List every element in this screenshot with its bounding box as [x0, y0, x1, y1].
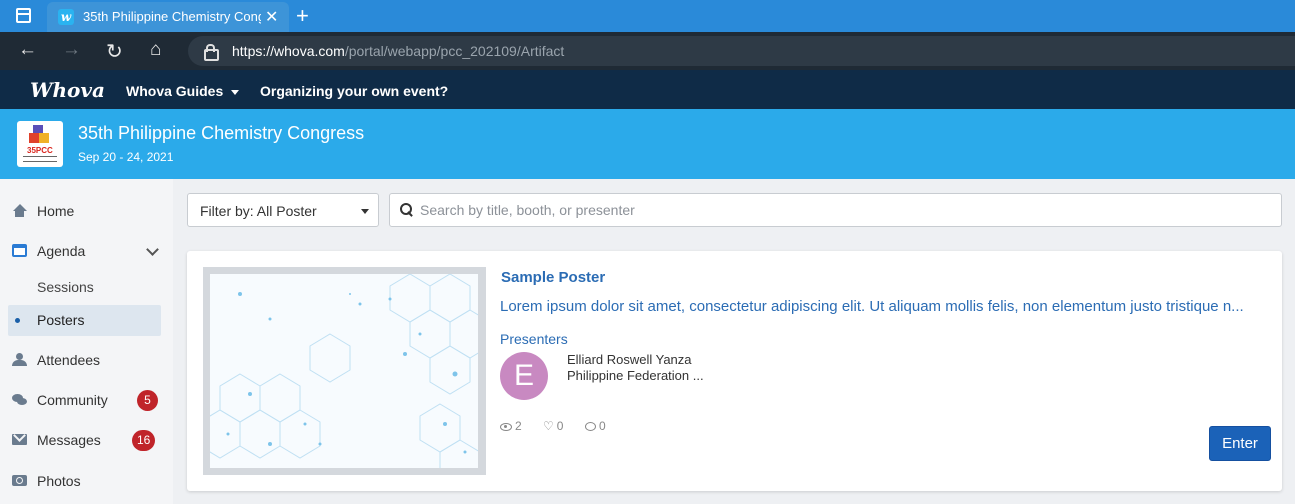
sidebar-item-posters[interactable]: Posters: [0, 304, 173, 336]
logo-cube: [29, 133, 39, 143]
caret-down-icon: [361, 209, 369, 214]
sidebar-item-label: Photos: [37, 473, 81, 489]
sidebar-item-attendees[interactable]: Attendees: [0, 344, 173, 376]
event-dates: Sep 20 - 24, 2021: [78, 150, 174, 164]
sidebar-item-sessions[interactable]: Sessions: [0, 271, 173, 303]
tab-title: 35th Philippine Chemistry Congress: [83, 9, 261, 24]
event-logo: 35PCC: [17, 121, 63, 167]
close-tab-icon[interactable]: ✕: [265, 7, 278, 27]
poster-filter-select[interactable]: Filter by: All Poster: [187, 193, 379, 227]
heart-icon: ♡: [543, 419, 554, 433]
browser-tab[interactable]: w 35th Philippine Chemistry Congress ✕: [47, 2, 289, 32]
sidebar-item-label: Posters: [37, 312, 85, 328]
presenter-name: Elliard Roswell Yanza: [567, 352, 692, 367]
sidebar-item-messages[interactable]: Messages 16: [0, 424, 173, 456]
poster-thumbnail-image: [210, 274, 478, 468]
messages-badge: 16: [132, 430, 156, 451]
poster-card[interactable]: Sample Poster Lorem ipsum dolor sit amet…: [187, 251, 1282, 491]
people-icon: [12, 353, 27, 366]
home-icon[interactable]: ⌂: [150, 39, 161, 61]
whova-guides-menu[interactable]: Whova Guides: [126, 83, 240, 99]
poster-title[interactable]: Sample Poster: [501, 269, 605, 286]
sidebar-item-label: Messages: [37, 432, 101, 448]
poster-description: Lorem ipsum dolor sit amet, consectetur …: [500, 298, 1244, 315]
eye-icon: [500, 422, 512, 431]
views-stat: 2: [500, 419, 522, 433]
sidebar-item-label: Community: [37, 392, 108, 408]
url-text: https://whova.com/portal/webapp/pcc_2021…: [232, 43, 564, 59]
filter-label: Filter by: All Poster: [200, 203, 317, 219]
chat-icon: [12, 393, 27, 406]
enter-button[interactable]: Enter: [1209, 426, 1271, 461]
sidebar-item-agenda[interactable]: Agenda: [0, 235, 173, 267]
mail-icon: [12, 434, 27, 445]
organize-event-link[interactable]: Organizing your own event?: [260, 83, 448, 99]
search-input[interactable]: [420, 195, 1270, 225]
logo-text: 35PCC: [27, 146, 53, 155]
camera-icon: [12, 475, 27, 486]
sidebar-item-label: Home: [37, 203, 75, 219]
back-arrow-icon[interactable]: ←: [18, 39, 37, 61]
home-icon: [12, 204, 27, 217]
likes-count: 0: [556, 419, 564, 433]
chevron-down-icon[interactable]: [146, 243, 159, 256]
url-field[interactable]: https://whova.com/portal/webapp/pcc_2021…: [188, 36, 1295, 66]
sidebar-item-community[interactable]: Community 5: [0, 384, 173, 416]
community-badge: 5: [137, 390, 158, 411]
tab-actions-icon[interactable]: [16, 8, 31, 23]
logo-subtext: [23, 156, 57, 162]
whova-favicon-icon: w: [58, 9, 74, 25]
presenters-label: Presenters: [500, 331, 568, 347]
browser-tab-bar: w 35th Philippine Chemistry Congress ✕ +: [0, 0, 1295, 32]
forward-arrow-icon[interactable]: →: [62, 39, 81, 61]
lock-icon[interactable]: [204, 44, 219, 61]
sidebar-item-label: Attendees: [37, 352, 101, 368]
event-title: 35th Philippine Chemistry Congress: [78, 123, 365, 143]
caret-down-icon: [231, 89, 240, 95]
url-host: https://whova.com: [232, 43, 345, 59]
sidebar-item-photos[interactable]: Photos: [0, 465, 173, 497]
new-tab-icon[interactable]: +: [296, 3, 309, 29]
comments-stat[interactable]: 0: [585, 419, 606, 433]
sidebar-item-label: Sessions: [37, 279, 94, 295]
site-nav: Whova Whova Guides Organizing your own e…: [0, 70, 1295, 109]
reload-icon[interactable]: ↻: [106, 39, 123, 64]
views-count: 2: [515, 419, 522, 433]
presenter-org: Philippine Federation ...: [567, 368, 704, 383]
comment-icon: [585, 422, 596, 432]
avatar[interactable]: E: [500, 352, 548, 400]
bullet-dot-icon: [15, 318, 20, 323]
sidebar-item-label: Agenda: [37, 243, 86, 259]
event-header: 35PCC 35th Philippine Chemistry Congress…: [0, 109, 1295, 179]
url-path: /portal/webapp/pcc_202109/Artifact: [344, 43, 565, 59]
comments-count: 0: [599, 419, 606, 433]
logo-cube: [39, 133, 49, 143]
hexagon-pattern-graphic: [210, 274, 478, 468]
whova-logo[interactable]: Whova: [30, 78, 105, 102]
whova-guides-label: Whova Guides: [126, 83, 224, 99]
poster-thumbnail[interactable]: [203, 267, 486, 475]
calendar-icon: [12, 244, 27, 257]
search-icon: [400, 203, 412, 215]
sidebar: Home Agenda Sessions Posters Attendees C…: [0, 179, 173, 504]
address-bar: ← → ↻ ⌂ https://whova.com/portal/webapp/…: [0, 32, 1295, 70]
likes-stat[interactable]: ♡ 0: [543, 419, 563, 433]
search-box[interactable]: [389, 193, 1282, 227]
sidebar-item-home[interactable]: Home: [0, 195, 173, 227]
